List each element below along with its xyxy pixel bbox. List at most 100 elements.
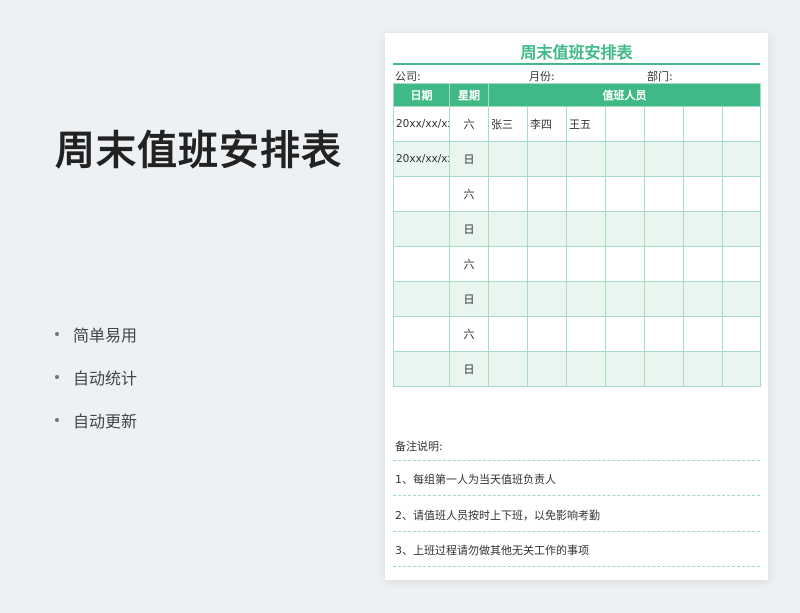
staff-cell [488, 316, 528, 352]
staff-cell [527, 351, 567, 387]
sheet-title: 周末值班安排表 [520, 43, 633, 62]
staff-cell [527, 141, 567, 177]
staff-cell [683, 211, 723, 247]
date-cell [393, 316, 450, 352]
staff-cell [566, 176, 606, 212]
month-label: 月份: [529, 70, 555, 83]
date-cell [393, 351, 450, 387]
staff-cell [721, 246, 762, 282]
staff-cell [527, 316, 567, 352]
date-cell [393, 281, 450, 317]
schedule-sheet: 周末值班安排表 公司: 月份: 部门: 日期 星期 值班人员 20xx/xx/x… [385, 33, 768, 580]
staff-cell [605, 316, 645, 352]
staff-cell [644, 176, 684, 212]
staff-cell [644, 141, 684, 177]
table-row: 20xx/xx/xx 日 [393, 141, 762, 177]
staff-cell [683, 246, 723, 282]
staff-cell [488, 211, 528, 247]
bullet-icon [55, 331, 59, 336]
staff-cell [721, 106, 762, 142]
staff-cell [527, 281, 567, 317]
feature-label: 简单易用 [73, 325, 138, 345]
notes-title: 备注说明: [395, 440, 443, 453]
weekday-cell: 六 [449, 246, 489, 282]
staff-cell [605, 351, 645, 387]
staff-cell [721, 316, 762, 352]
weekday-cell: 日 [449, 141, 489, 177]
staff-cell [605, 246, 645, 282]
staff-cell [527, 176, 567, 212]
staff-cell [721, 141, 762, 177]
note-item: 2、请值班人员按时上下班，以免影响考勤 [395, 509, 600, 522]
staff-cell [644, 106, 684, 142]
table-row: 日 [393, 351, 762, 387]
staff-cell [644, 246, 684, 282]
staff-cell [566, 211, 606, 247]
staff-cell [488, 176, 528, 212]
staff-cell [605, 211, 645, 247]
staff-cell [644, 351, 684, 387]
feature-item: 简单易用 [55, 312, 137, 355]
staff-cell [488, 351, 528, 387]
note-divider [393, 495, 760, 496]
feature-label: 自动更新 [73, 411, 138, 431]
table-row: 日 [393, 281, 762, 317]
staff-cell [721, 351, 762, 387]
staff-cell [488, 141, 528, 177]
weekday-cell: 六 [449, 316, 489, 352]
header-weekday: 星期 [449, 83, 489, 107]
staff-cell [683, 351, 723, 387]
date-cell: 20xx/xx/xx [393, 106, 450, 142]
staff-cell [488, 281, 528, 317]
title-divider [393, 63, 760, 65]
weekday-cell: 日 [449, 211, 489, 247]
table-row: 六 [393, 176, 762, 212]
staff-cell [566, 246, 606, 282]
staff-cell [644, 281, 684, 317]
weekday-cell: 日 [449, 351, 489, 387]
staff-cell [683, 106, 723, 142]
table-header-row: 日期 星期 值班人员 [393, 83, 762, 107]
staff-cell [566, 351, 606, 387]
weekday-cell: 日 [449, 281, 489, 317]
staff-cell [566, 316, 606, 352]
table-row: 日 [393, 211, 762, 247]
department-label: 部门: [647, 70, 673, 83]
staff-cell [683, 281, 723, 317]
staff-cell [721, 176, 762, 212]
promo-title: 周末值班安排表 [55, 128, 342, 174]
staff-cell [721, 211, 762, 247]
staff-cell [605, 281, 645, 317]
staff-cell [527, 246, 567, 282]
bullet-icon [55, 417, 59, 422]
staff-cell [488, 246, 528, 282]
staff-cell: 王五 [566, 106, 606, 142]
table-row: 20xx/xx/xx 六张三 李四 王五 [393, 106, 762, 142]
schedule-table: 日期 星期 值班人员 20xx/xx/xx 六张三 李四 王五 20xx/xx/xx 日六… [393, 83, 762, 387]
date-cell [393, 211, 450, 247]
feature-item: 自动更新 [55, 398, 137, 441]
staff-cell [566, 281, 606, 317]
staff-cell: 张三 [488, 106, 528, 142]
note-divider [393, 531, 760, 532]
feature-item: 自动统计 [55, 355, 137, 398]
staff-cell [605, 106, 645, 142]
weekday-cell: 六 [449, 106, 489, 142]
note-divider [393, 460, 760, 461]
staff-cell [683, 316, 723, 352]
feature-label: 自动统计 [73, 368, 138, 388]
staff-cell [644, 316, 684, 352]
date-cell [393, 246, 450, 282]
staff-cell [566, 141, 606, 177]
staff-cell [605, 141, 645, 177]
table-row: 六 [393, 246, 762, 282]
bullet-icon [55, 374, 59, 379]
staff-cell [683, 141, 723, 177]
staff-cell: 李四 [527, 106, 567, 142]
staff-cell [721, 281, 762, 317]
staff-cell [644, 211, 684, 247]
weekday-cell: 六 [449, 176, 489, 212]
header-staff: 值班人员 [487, 83, 762, 107]
note-item: 1、每组第一人为当天值班负责人 [395, 473, 556, 486]
staff-cell [683, 176, 723, 212]
